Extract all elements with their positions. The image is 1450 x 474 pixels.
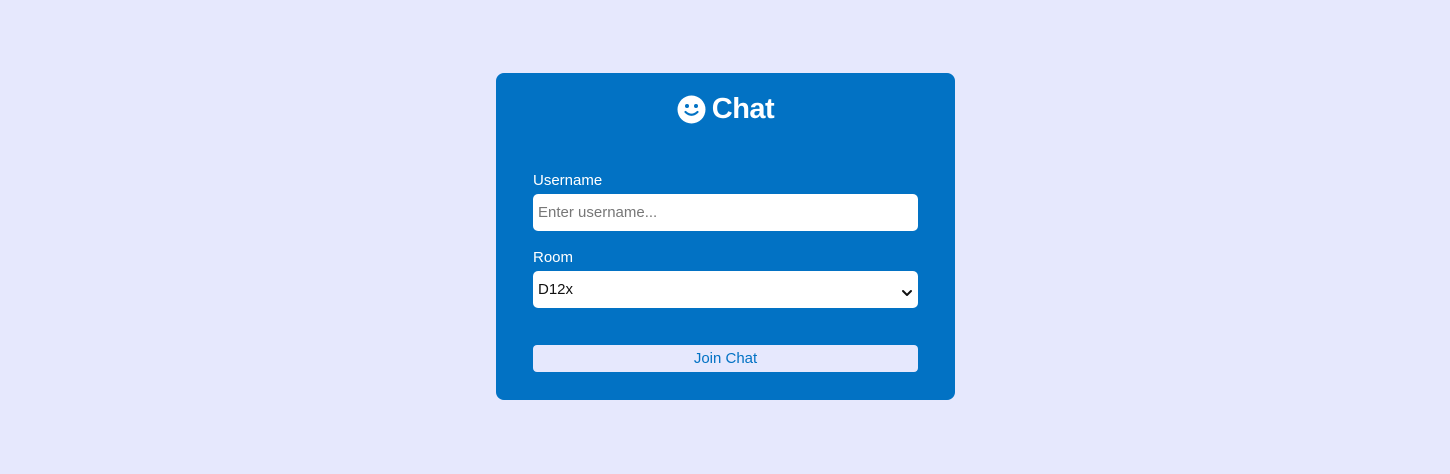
join-chat-button[interactable]: Join Chat [533, 345, 918, 372]
room-selected-value: D12x [538, 281, 574, 298]
smile-icon [677, 95, 706, 124]
chat-header: Chat [496, 93, 955, 125]
join-card: Chat Username Room D12x Join Chat [496, 73, 955, 400]
chevron-down-icon [901, 285, 913, 296]
room-label: Room [533, 249, 574, 266]
app-title: Chat [711, 93, 775, 125]
username-label: Username [533, 172, 603, 189]
username-input[interactable] [533, 194, 918, 231]
room-select[interactable]: D12x [533, 271, 918, 308]
